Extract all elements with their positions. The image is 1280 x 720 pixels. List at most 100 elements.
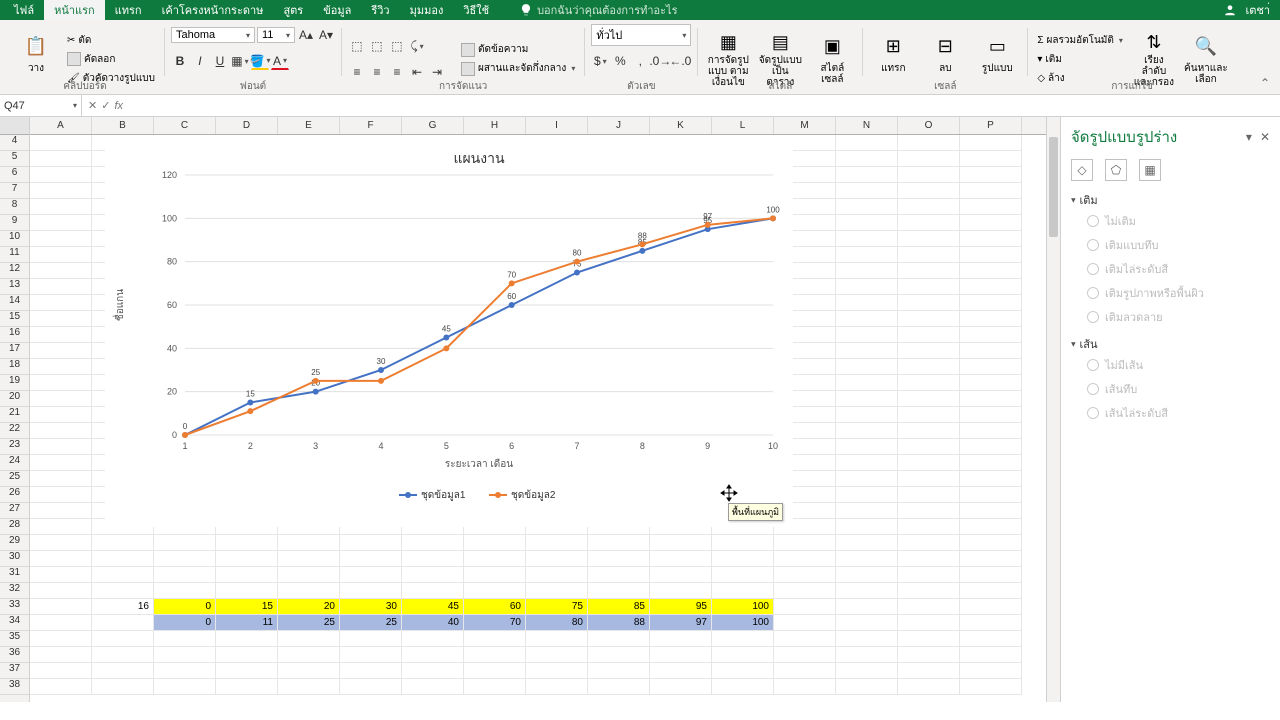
cell[interactable]: [464, 647, 526, 663]
fill-button[interactable]: ▾ เติม: [1034, 51, 1126, 68]
cell[interactable]: [898, 295, 960, 311]
fill-option-4[interactable]: เติมลวดลาย: [1071, 305, 1270, 329]
cell[interactable]: [836, 391, 898, 407]
cell[interactable]: [402, 535, 464, 551]
autosum-button[interactable]: Σ ผลรวมอัตโนมัติ▾: [1034, 32, 1126, 49]
cell[interactable]: [216, 535, 278, 551]
cell[interactable]: [92, 615, 154, 631]
cell[interactable]: [216, 631, 278, 647]
decrease-decimal-button[interactable]: ←.0: [671, 52, 689, 70]
border-button[interactable]: ▦▾: [231, 52, 249, 70]
tab-3[interactable]: เค้าโครงหน้ากระดาษ: [152, 0, 274, 20]
cell[interactable]: [30, 263, 92, 279]
cell[interactable]: [30, 551, 92, 567]
cell[interactable]: [774, 647, 836, 663]
cell[interactable]: [836, 151, 898, 167]
cell[interactable]: [30, 215, 92, 231]
cell[interactable]: [898, 151, 960, 167]
copy-button[interactable]: คัดลอก: [64, 51, 158, 68]
cell[interactable]: [898, 503, 960, 519]
cell[interactable]: [836, 183, 898, 199]
row-header-9[interactable]: 9: [0, 215, 29, 231]
cell[interactable]: [960, 247, 1022, 263]
cell[interactable]: [216, 679, 278, 695]
cell[interactable]: [836, 487, 898, 503]
comma-button[interactable]: ,: [631, 52, 649, 70]
cell[interactable]: [30, 647, 92, 663]
col-header-A[interactable]: A: [30, 117, 92, 134]
cell[interactable]: [960, 359, 1022, 375]
cell[interactable]: [774, 615, 836, 631]
cell[interactable]: [278, 647, 340, 663]
cell[interactable]: [30, 183, 92, 199]
cell[interactable]: [898, 679, 960, 695]
cell[interactable]: [960, 151, 1022, 167]
cell[interactable]: [960, 183, 1022, 199]
cell[interactable]: [898, 439, 960, 455]
cell[interactable]: [526, 631, 588, 647]
cell[interactable]: [92, 583, 154, 599]
cell[interactable]: [92, 679, 154, 695]
cell[interactable]: 11: [216, 615, 278, 631]
row-header-28[interactable]: 28: [0, 519, 29, 535]
cell[interactable]: [898, 199, 960, 215]
row-header-17[interactable]: 17: [0, 343, 29, 359]
cell[interactable]: [774, 631, 836, 647]
cell[interactable]: [960, 311, 1022, 327]
italic-button[interactable]: I: [191, 52, 209, 70]
cell[interactable]: [712, 567, 774, 583]
cell[interactable]: [30, 631, 92, 647]
cell[interactable]: [960, 215, 1022, 231]
cell[interactable]: [92, 647, 154, 663]
cell[interactable]: [712, 551, 774, 567]
cell[interactable]: [898, 647, 960, 663]
cell[interactable]: [30, 567, 92, 583]
cell[interactable]: [836, 407, 898, 423]
cell[interactable]: [960, 535, 1022, 551]
cell[interactable]: [774, 567, 836, 583]
cell[interactable]: [650, 551, 712, 567]
cell[interactable]: [960, 439, 1022, 455]
row-header-10[interactable]: 10: [0, 231, 29, 247]
cell[interactable]: [960, 263, 1022, 279]
cell[interactable]: [836, 295, 898, 311]
cell[interactable]: [836, 327, 898, 343]
cell[interactable]: [30, 423, 92, 439]
col-header-P[interactable]: P: [960, 117, 1022, 134]
cell[interactable]: [402, 567, 464, 583]
cell[interactable]: [960, 503, 1022, 519]
cell[interactable]: [30, 311, 92, 327]
cancel-formula-button[interactable]: ✕: [88, 99, 97, 112]
cell[interactable]: [278, 551, 340, 567]
row-header-24[interactable]: 24: [0, 455, 29, 471]
cell[interactable]: [464, 535, 526, 551]
select-all-corner[interactable]: [0, 117, 29, 135]
cell[interactable]: [898, 183, 960, 199]
cell[interactable]: [898, 615, 960, 631]
col-header-N[interactable]: N: [836, 117, 898, 134]
row-header-35[interactable]: 35: [0, 631, 29, 647]
cell[interactable]: [588, 631, 650, 647]
size-tab-icon[interactable]: ▦: [1139, 159, 1161, 181]
col-header-B[interactable]: B: [92, 117, 154, 134]
cell[interactable]: [650, 535, 712, 551]
cell[interactable]: [712, 663, 774, 679]
orientation-button[interactable]: ⤹▾: [408, 37, 426, 55]
cell[interactable]: [30, 471, 92, 487]
col-header-E[interactable]: E: [278, 117, 340, 134]
row-header-38[interactable]: 38: [0, 679, 29, 695]
cell[interactable]: [898, 359, 960, 375]
cell[interactable]: [30, 279, 92, 295]
cell[interactable]: [30, 359, 92, 375]
cell[interactable]: [30, 343, 92, 359]
name-box[interactable]: Q47▾: [0, 95, 82, 116]
cell[interactable]: [960, 519, 1022, 535]
tell-me-search[interactable]: บอกฉันว่าคุณต้องการทำอะไร: [519, 1, 677, 19]
cell[interactable]: [30, 679, 92, 695]
cell[interactable]: [836, 567, 898, 583]
cell[interactable]: [30, 455, 92, 471]
line-option-2[interactable]: เส้นไล่ระดับสี: [1071, 401, 1270, 425]
row-header-23[interactable]: 23: [0, 439, 29, 455]
tab-2[interactable]: แทรก: [105, 0, 152, 20]
cell[interactable]: [30, 391, 92, 407]
